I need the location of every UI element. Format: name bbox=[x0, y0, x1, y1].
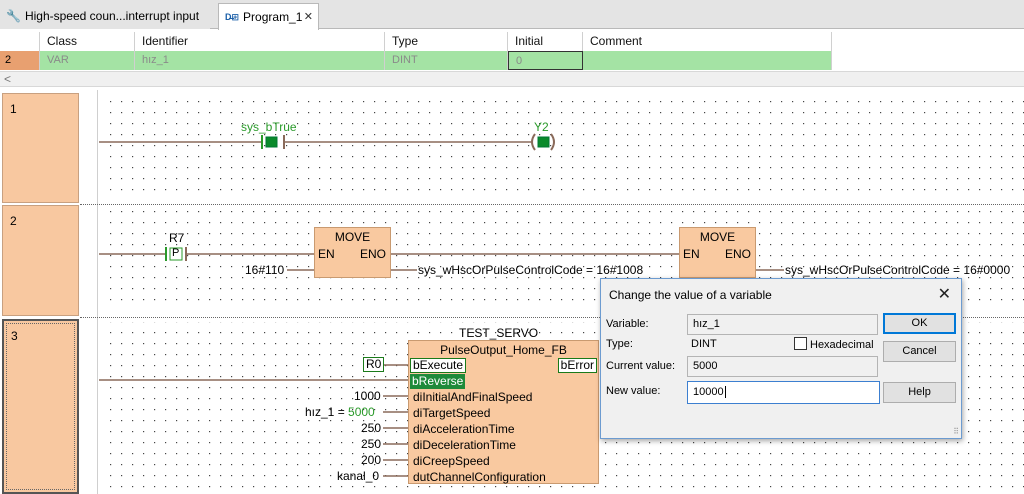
network-number: 1 bbox=[10, 102, 17, 116]
tab-high-speed-counter[interactable]: 🔧 High-speed coun...interrupt input bbox=[0, 3, 210, 29]
new-value-label: New value: bbox=[606, 385, 661, 397]
function-block-pulseoutput-home[interactable]: PulseOutput_Home_FB bExecute bReverse di… bbox=[408, 340, 599, 484]
type-label: Type: bbox=[606, 338, 633, 350]
network-number: 2 bbox=[10, 214, 17, 228]
pin-ditargetspeed: diTargetSpeed bbox=[413, 406, 491, 420]
network-number-cell[interactable]: 2 bbox=[2, 205, 79, 316]
network-number-cell[interactable]: 1 bbox=[2, 93, 79, 203]
coil-label: Y2 bbox=[534, 120, 549, 134]
ladder-program-icon: D̶⊞ bbox=[225, 11, 240, 22]
header-identifier[interactable]: Identifier bbox=[135, 32, 385, 51]
pin-dicreepspeed: diCreepSpeed bbox=[413, 454, 490, 468]
cell-class[interactable]: VAR bbox=[40, 51, 135, 70]
power-rail-gutter bbox=[80, 90, 98, 494]
new-value-input[interactable]: 10000 bbox=[687, 381, 880, 404]
pin-en: EN bbox=[683, 247, 700, 261]
header-type[interactable]: Type bbox=[385, 32, 508, 51]
pin-didecelerationtime: diDecelerationTime bbox=[413, 438, 516, 452]
hexadecimal-label: Hexadecimal bbox=[810, 339, 874, 351]
network-number: 3 bbox=[11, 329, 18, 343]
cell-type[interactable]: DINT bbox=[385, 51, 508, 70]
block-title: MOVE bbox=[334, 230, 371, 244]
tab-program-1[interactable]: D̶⊞ Program_1 ✕ bbox=[218, 3, 319, 30]
pin-eno: ENO bbox=[359, 247, 386, 261]
row-number[interactable]: 2 bbox=[0, 51, 40, 70]
cell-comment[interactable] bbox=[583, 51, 832, 70]
move-block-1[interactable]: MOVE EN ENO bbox=[314, 227, 391, 278]
target-speed-variable: hız_1 = bbox=[305, 405, 349, 419]
pin-diaccelerationtime: diAccelerationTime bbox=[413, 422, 515, 436]
block-title: MOVE bbox=[699, 230, 736, 244]
execute-variable-r0[interactable]: R0 bbox=[363, 357, 385, 372]
pin-berror[interactable]: bError bbox=[557, 358, 597, 373]
text-caret bbox=[724, 386, 726, 399]
move-block-2[interactable]: MOVE EN ENO bbox=[679, 227, 756, 278]
pin-diinitialandfinalspeed: diInitialAndFinalSpeed bbox=[413, 390, 533, 404]
dialog-title: Change the value of a variable bbox=[609, 288, 772, 302]
contact-label: sys_bTrue bbox=[241, 120, 297, 134]
pulse-contact-symbol: P bbox=[172, 247, 180, 259]
pin-dutchannelconfiguration: dutChannelConfiguration bbox=[413, 470, 546, 484]
current-value-field: 5000 bbox=[687, 356, 878, 377]
input-value: 200 bbox=[361, 453, 382, 467]
header-row-num bbox=[0, 32, 40, 51]
header-initial[interactable]: Initial bbox=[508, 32, 583, 51]
pin-breverse[interactable]: bReverse bbox=[410, 374, 466, 389]
horizontal-scrollbar[interactable]: < bbox=[0, 71, 1024, 87]
fb-instance-name: TEST_SERVO bbox=[459, 326, 539, 340]
help-button[interactable]: Help bbox=[883, 382, 956, 403]
pin-en: EN bbox=[318, 247, 335, 261]
scroll-left-icon[interactable]: < bbox=[4, 72, 11, 86]
grid-dots bbox=[104, 98, 1024, 198]
move-input-value: 16#110 bbox=[245, 263, 285, 277]
input-value: 250 bbox=[361, 437, 382, 451]
target-speed-value: 5000 bbox=[348, 405, 375, 419]
input-value: 1000 bbox=[354, 389, 381, 403]
pin-bexecute[interactable]: bExecute bbox=[410, 358, 467, 373]
variable-declaration-grid: Class Identifier Type Initial Comment 2 … bbox=[0, 32, 832, 71]
network-number-cell-selected[interactable]: 3 bbox=[2, 319, 79, 494]
input-value: 250 bbox=[361, 421, 382, 435]
pin-eno: ENO bbox=[724, 247, 751, 261]
change-value-dialog: Change the value of a variable ✕ Variabl… bbox=[600, 278, 962, 439]
cancel-button[interactable]: Cancel bbox=[883, 341, 956, 362]
current-value-label: Current value: bbox=[606, 360, 676, 372]
variable-field: hız_1 bbox=[687, 314, 878, 335]
fb-type-name: PulseOutput_Home_FB bbox=[440, 343, 567, 357]
move-output-1: sys_wHscOrPulseControlCode = 16#1008 bbox=[418, 263, 644, 277]
header-comment[interactable]: Comment bbox=[583, 32, 832, 51]
new-value-text: 10000 bbox=[693, 386, 724, 398]
target-speed-input: hız_1 = 5000 bbox=[305, 405, 375, 419]
type-value: DINT bbox=[691, 338, 717, 350]
variable-label: Variable: bbox=[606, 318, 649, 330]
header-class[interactable]: Class bbox=[40, 32, 135, 51]
resize-grip-icon[interactable]: ⠿ bbox=[953, 427, 959, 436]
document-tab-bar: 🔧 High-speed coun...interrupt input D̶⊞ … bbox=[0, 0, 1024, 30]
contact-label: R7 bbox=[169, 231, 185, 245]
checkbox-icon[interactable] bbox=[794, 337, 807, 350]
tab-label: High-speed coun...interrupt input bbox=[24, 9, 200, 23]
close-icon[interactable]: ✕ bbox=[938, 284, 951, 304]
wrench-icon: 🔧 bbox=[6, 9, 21, 23]
move-output-2: sys_wHscOrPulseControlCode = 16#0000 bbox=[785, 263, 1011, 277]
cell-initial[interactable]: 0 bbox=[508, 51, 583, 70]
close-tab-icon[interactable]: ✕ bbox=[304, 10, 313, 23]
hexadecimal-checkbox[interactable]: Hexadecimal bbox=[794, 337, 874, 351]
input-value: kanal_0 bbox=[337, 469, 380, 483]
ok-button[interactable]: OK bbox=[883, 313, 956, 334]
tab-label: Program_1 bbox=[243, 10, 303, 24]
cell-identifier[interactable]: hız_1 bbox=[135, 51, 385, 70]
